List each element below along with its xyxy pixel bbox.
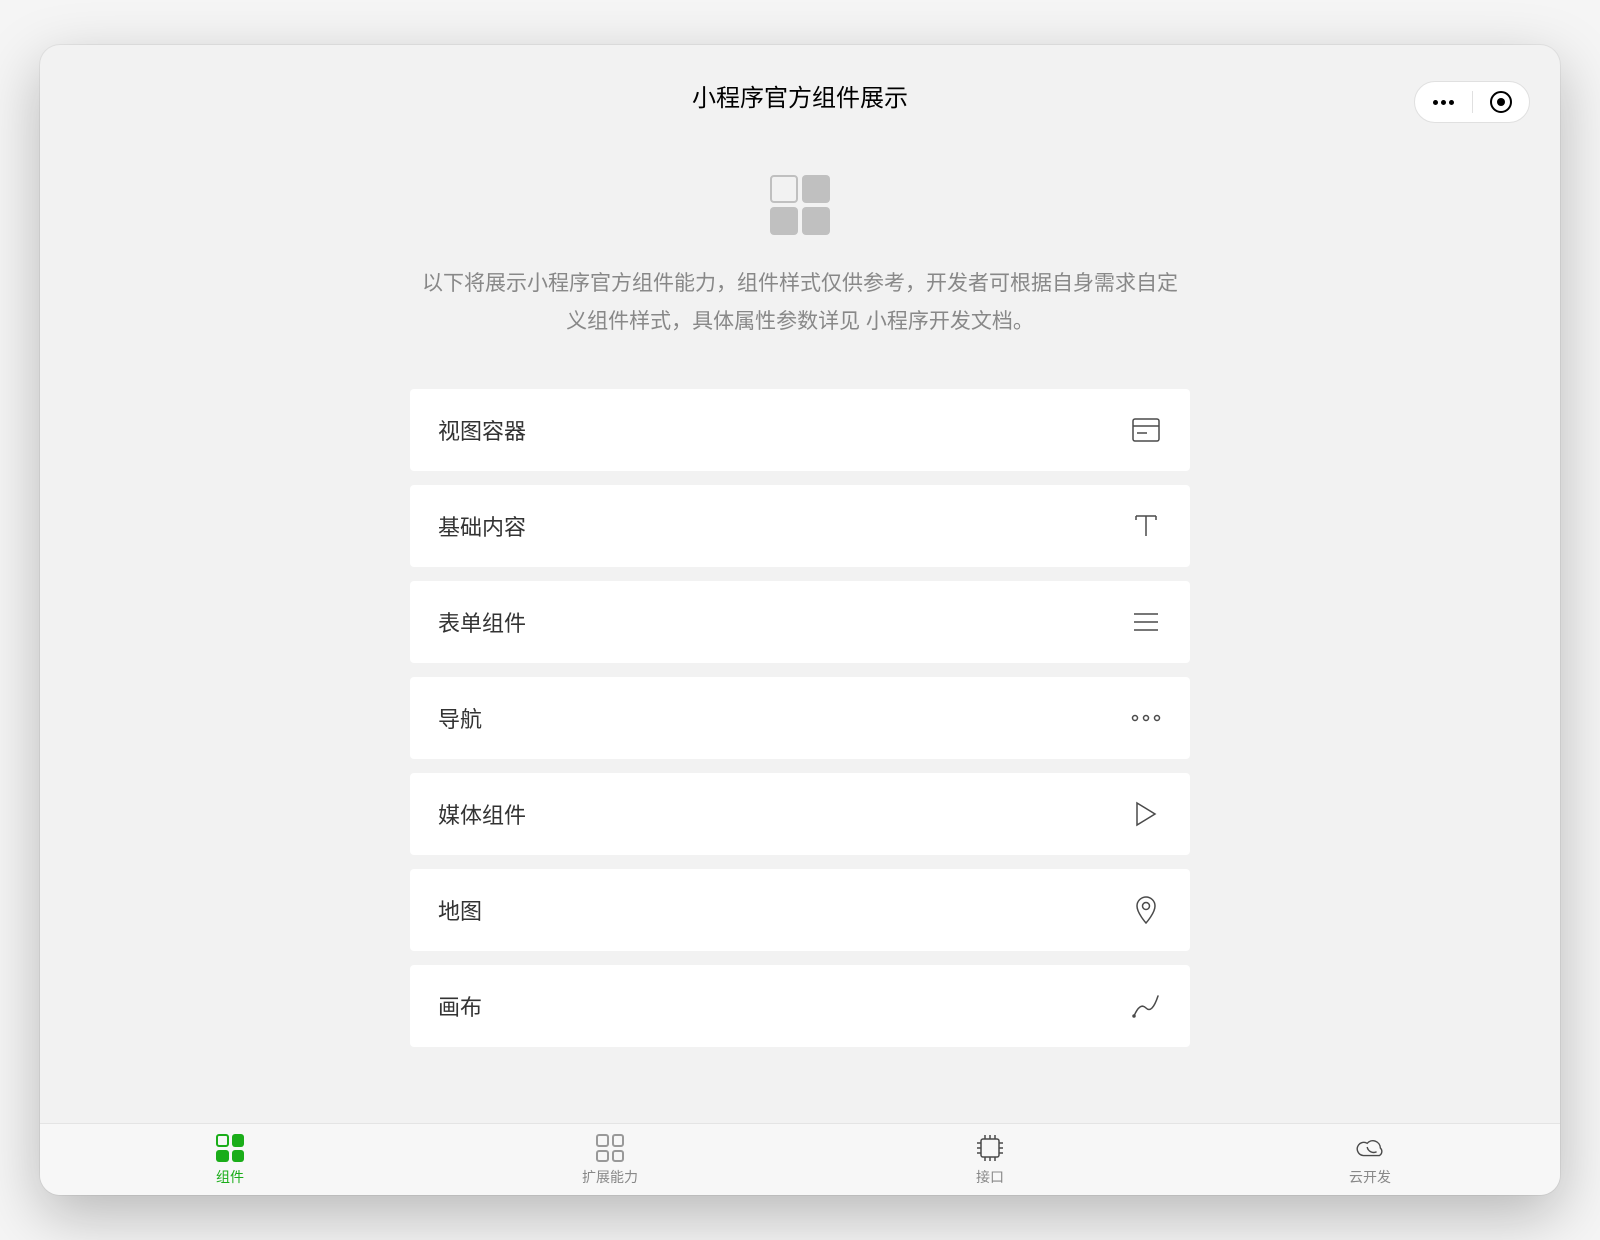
nav-icon [1130, 702, 1162, 734]
tab-label: 组件 [216, 1167, 244, 1187]
api-tab-icon [974, 1132, 1006, 1164]
app-window: 小程序官方组件展示 以下将展示小程序官方组件能力，组件样式仅供参考，开发者可根据… [40, 45, 1560, 1195]
list-item-label: 基础内容 [438, 510, 526, 542]
list-item-label: 地图 [438, 894, 482, 926]
logo-icon [770, 175, 830, 235]
list-item-label: 视图容器 [438, 414, 526, 446]
list-item-navigation[interactable]: 导航 [410, 677, 1190, 759]
tabbar: 组件 扩展能力 接口 云开发 [40, 1123, 1560, 1195]
list-item-basic-content[interactable]: 基础内容 [410, 485, 1190, 567]
list-item-media[interactable]: 媒体组件 [410, 773, 1190, 855]
list-item-label: 导航 [438, 702, 482, 734]
list-item-canvas[interactable]: 画布 [410, 965, 1190, 1047]
target-icon [1490, 91, 1512, 113]
page-title: 小程序官方组件展示 [692, 78, 908, 113]
canvas-icon [1130, 990, 1162, 1022]
list-item-label: 媒体组件 [438, 798, 526, 830]
components-tab-icon [214, 1132, 246, 1164]
container-icon [1130, 414, 1162, 446]
text-icon [1130, 510, 1162, 542]
list-item-map[interactable]: 地图 [410, 869, 1190, 951]
tab-cloud[interactable]: 云开发 [1180, 1124, 1560, 1195]
list-item-view-container[interactable]: 视图容器 [410, 389, 1190, 471]
media-icon [1130, 798, 1162, 830]
close-button[interactable] [1473, 91, 1530, 113]
tab-components[interactable]: 组件 [40, 1124, 420, 1195]
content: 以下将展示小程序官方组件能力，组件样式仅供参考，开发者可根据自身需求自定义组件样… [40, 115, 1560, 1123]
map-icon [1130, 894, 1162, 926]
list-item-label: 画布 [438, 990, 482, 1022]
cloud-tab-icon [1354, 1132, 1386, 1164]
list-item-label: 表单组件 [438, 606, 526, 638]
form-icon [1130, 606, 1162, 638]
extension-tab-icon [594, 1132, 626, 1164]
component-list: 视图容器 基础内容 表单组件 导航 [410, 389, 1190, 1047]
more-button[interactable] [1415, 100, 1472, 105]
intro-text: 以下将展示小程序官方组件能力，组件样式仅供参考，开发者可根据自身需求自定义组件样… [420, 265, 1180, 341]
tab-label: 接口 [976, 1167, 1004, 1187]
tab-api[interactable]: 接口 [800, 1124, 1180, 1195]
tab-extension[interactable]: 扩展能力 [420, 1124, 800, 1195]
more-icon [1433, 100, 1454, 105]
list-item-form[interactable]: 表单组件 [410, 581, 1190, 663]
tab-label: 扩展能力 [582, 1167, 638, 1187]
capsule-bar [1414, 81, 1530, 123]
header: 小程序官方组件展示 [40, 45, 1560, 115]
tab-label: 云开发 [1349, 1167, 1391, 1187]
